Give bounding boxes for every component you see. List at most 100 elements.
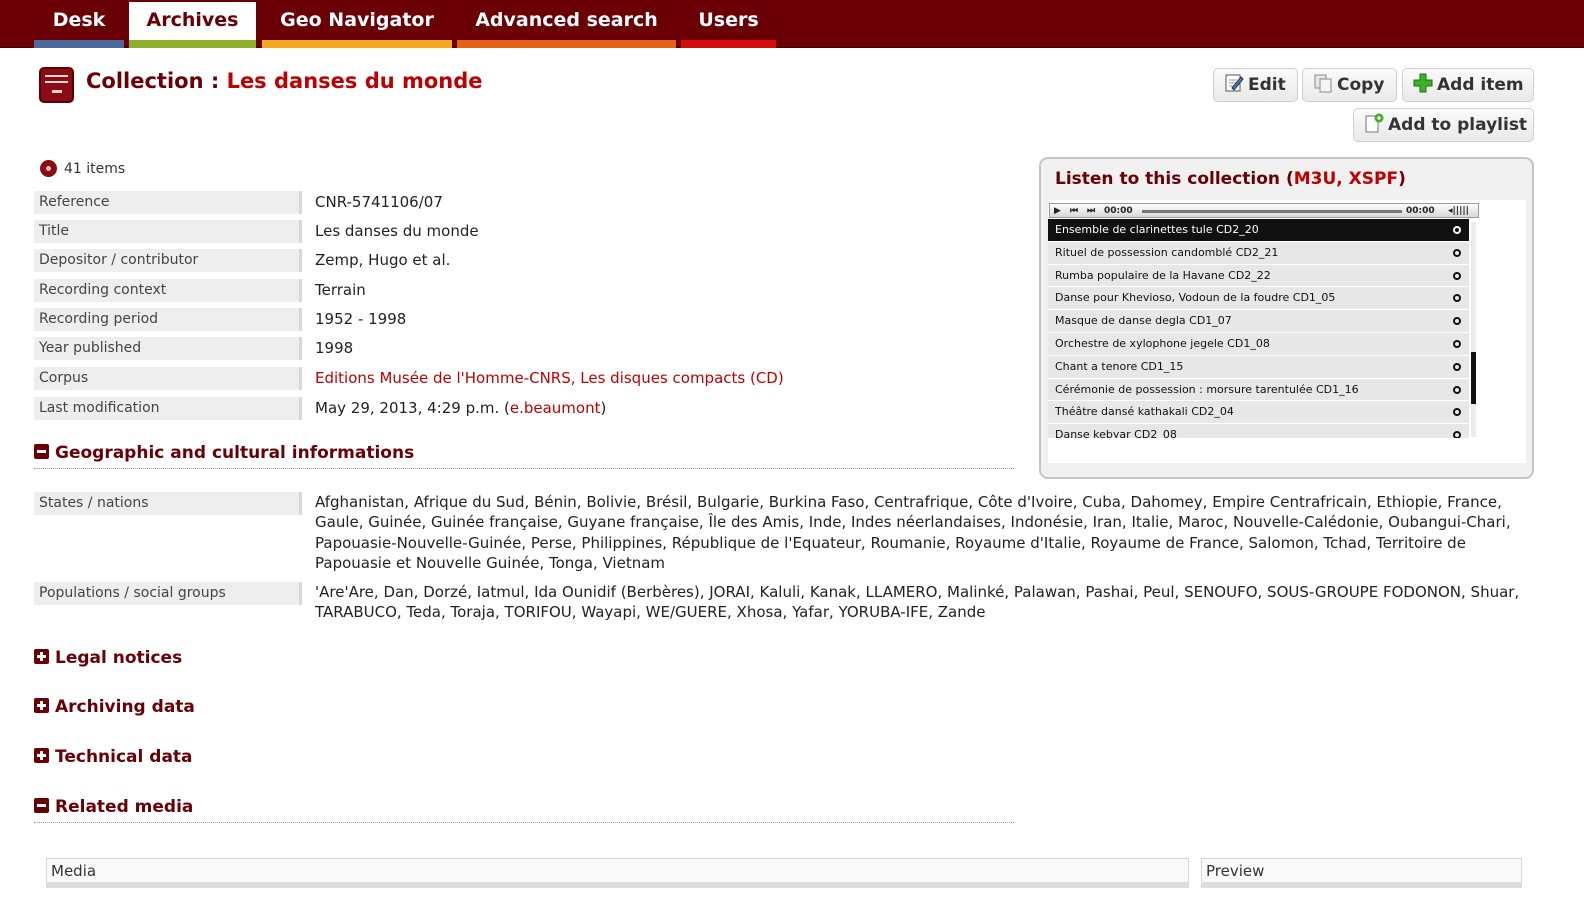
field-label: Populations / social groups [34,582,302,605]
time-total: 00:00 [1406,206,1435,216]
field-label: Title [34,220,302,243]
track-info-icon[interactable] [1453,226,1461,234]
m3u-link[interactable]: M3U [1294,169,1337,189]
field-label: Recording period [34,308,302,331]
playlist: Ensemble de clarinettes tule CD2_20 Ritu… [1048,219,1469,438]
track-info-icon[interactable] [1453,408,1461,417]
track-info-icon[interactable] [1453,431,1461,438]
page-title: Collection : Les danses du monde [86,69,483,93]
section-legal-notices[interactable]: Legal notices [34,648,1014,668]
previous-icon[interactable]: ⏮ [1070,205,1078,217]
track-title: Ensemble de clarinettes tule CD2_20 [1055,223,1259,236]
user-link[interactable]: e.beaumont [510,399,601,417]
field-value: Zemp, Hugo et al. [315,251,451,269]
expand-icon [34,748,49,763]
track-info-icon[interactable] [1453,294,1461,303]
field-value: Afghanistan, Afrique du Sud, Bénin, Boli… [315,493,1511,572]
tab-advanced-search-label: Advanced search [475,9,658,31]
field-value: May 29, 2013, 4:29 p.m. (e.beaumont) [315,397,606,419]
copy-icon [1313,72,1333,93]
track-title: Orchestre de xylophone jegele CD1_08 [1055,336,1270,350]
xspf-link[interactable]: XSPF [1349,169,1398,189]
edit-button[interactable]: Edit [1213,68,1298,102]
playlist-track[interactable]: Danse pour Khevioso, Vodoun de la foudre… [1048,287,1469,311]
add-to-playlist-button[interactable]: Add to playlist [1353,108,1534,142]
section-technical-data[interactable]: Technical data [34,747,1014,767]
field-label: Corpus [34,367,302,390]
section-archiving-data-title: Archiving data [55,697,195,717]
section-geographic[interactable]: Geographic and cultural informations [34,443,1014,469]
items-count-label: 41 items [64,161,126,177]
playlist-track[interactable]: Rituel de possession candomblé CD2_21 [1048,241,1469,265]
track-title: Masque de danse degla CD1_07 [1055,314,1232,328]
player-controls: ▶ ⏮ ⏭ 00:00 00:00 ◂||||| [1049,203,1479,218]
tab-archives-label: Archives [146,9,239,31]
edit-button-label: Edit [1248,75,1286,95]
copy-button[interactable]: Copy [1302,68,1397,102]
play-icon[interactable]: ▶ [1054,205,1061,217]
field-label: Recording context [34,279,302,302]
playlist-track[interactable]: Masque de danse degla CD1_07 [1048,310,1469,333]
main-navbar: Desk Archives Geo Navigator Advanced sea… [0,0,1584,48]
seek-bar[interactable] [1142,210,1402,213]
section-related-media[interactable]: Related media [34,797,1014,823]
playlist-track[interactable]: Théâtre dansé kathakali CD2_04 [1048,401,1469,425]
field-label: Reference [34,191,302,214]
tab-desk-stripe [34,40,124,48]
tab-advanced-search-stripe [457,40,676,48]
copy-button-label: Copy [1337,75,1385,95]
track-info-icon[interactable] [1453,248,1461,257]
track-title: Rituel de possession candomblé CD2_21 [1055,245,1279,259]
playlist-track[interactable]: Orchestre de xylophone jegele CD1_08 [1048,332,1469,356]
track-title: Cérémonie de possession : morsure tarent… [1055,382,1359,396]
field-value: 1998 [315,339,354,357]
next-icon[interactable]: ⏭ [1087,205,1095,217]
items-count: 41 items [40,160,125,177]
add-item-button-label: Add item [1437,75,1524,95]
playlist-scrollbar[interactable] [1471,222,1476,437]
expand-icon [34,649,49,664]
track-title: Danse pour Khevioso, Vodoun de la foudre… [1055,291,1336,305]
listen-title-suffix: ) [1398,169,1406,189]
tab-advanced-search[interactable]: Advanced search [457,2,676,48]
tab-geo-navigator-stripe [262,40,452,48]
section-archiving-data[interactable]: Archiving data [34,697,1014,717]
volume-icon[interactable]: ◂||||| [1448,205,1469,217]
playlist-track[interactable]: Danse kebyar CD2_08 [1048,424,1469,438]
tab-users-label: Users [698,9,759,31]
listen-panel-title: Listen to this collection (M3U, XSPF) [1055,169,1406,189]
track-info-icon[interactable] [1453,362,1461,371]
add-to-playlist-button-label: Add to playlist [1388,115,1528,135]
playlist-track[interactable]: Rumba populaire de la Havane CD2_22 [1048,264,1469,288]
field-value: Terrain [315,281,366,299]
playlist-scrollbar-thumb[interactable] [1471,352,1476,404]
corpus-link[interactable]: Editions Musée de l'Homme-CNRS, Les disq… [315,367,784,389]
section-geographic-title: Geographic and cultural informations [55,443,415,463]
track-info-icon[interactable] [1453,339,1461,348]
field-label: Depositor / contributor [34,249,302,272]
section-technical-data-title: Technical data [55,747,193,767]
field-value: Les danses du monde [315,222,479,240]
listen-title-prefix: Listen to this collection ( [1055,169,1294,189]
tab-archives[interactable]: Archives [129,2,256,48]
media-table-row [46,882,1189,888]
tab-users[interactable]: Users [681,2,776,48]
playlist-track[interactable]: Cérémonie de possession : morsure tarent… [1048,378,1469,402]
playlist-track[interactable]: Ensemble de clarinettes tule CD2_20 [1048,219,1469,242]
track-info-icon[interactable] [1453,317,1461,326]
collapse-icon [34,444,49,459]
field-value: 1952 - 1998 [315,310,407,328]
tab-geo-navigator[interactable]: Geo Navigator [262,2,452,48]
track-title: Rumba populaire de la Havane CD2_22 [1055,268,1271,282]
add-item-button[interactable]: Add item [1402,68,1534,102]
tab-desk-label: Desk [52,9,106,31]
playlist-track[interactable]: Chant a tenore CD1_15 [1048,355,1469,379]
add-to-playlist-icon [1364,112,1384,133]
field-value: 'Are'Are, Dan, Dorzé, Iatmul, Ida Ounidi… [315,583,1520,622]
track-info-icon[interactable] [1453,271,1461,280]
track-info-icon[interactable] [1453,385,1461,394]
section-related-media-title: Related media [55,797,194,817]
track-title: Danse kebyar CD2_08 [1055,428,1177,438]
tab-desk[interactable]: Desk [34,2,124,48]
field-value: CNR-5741106/07 [315,193,443,211]
